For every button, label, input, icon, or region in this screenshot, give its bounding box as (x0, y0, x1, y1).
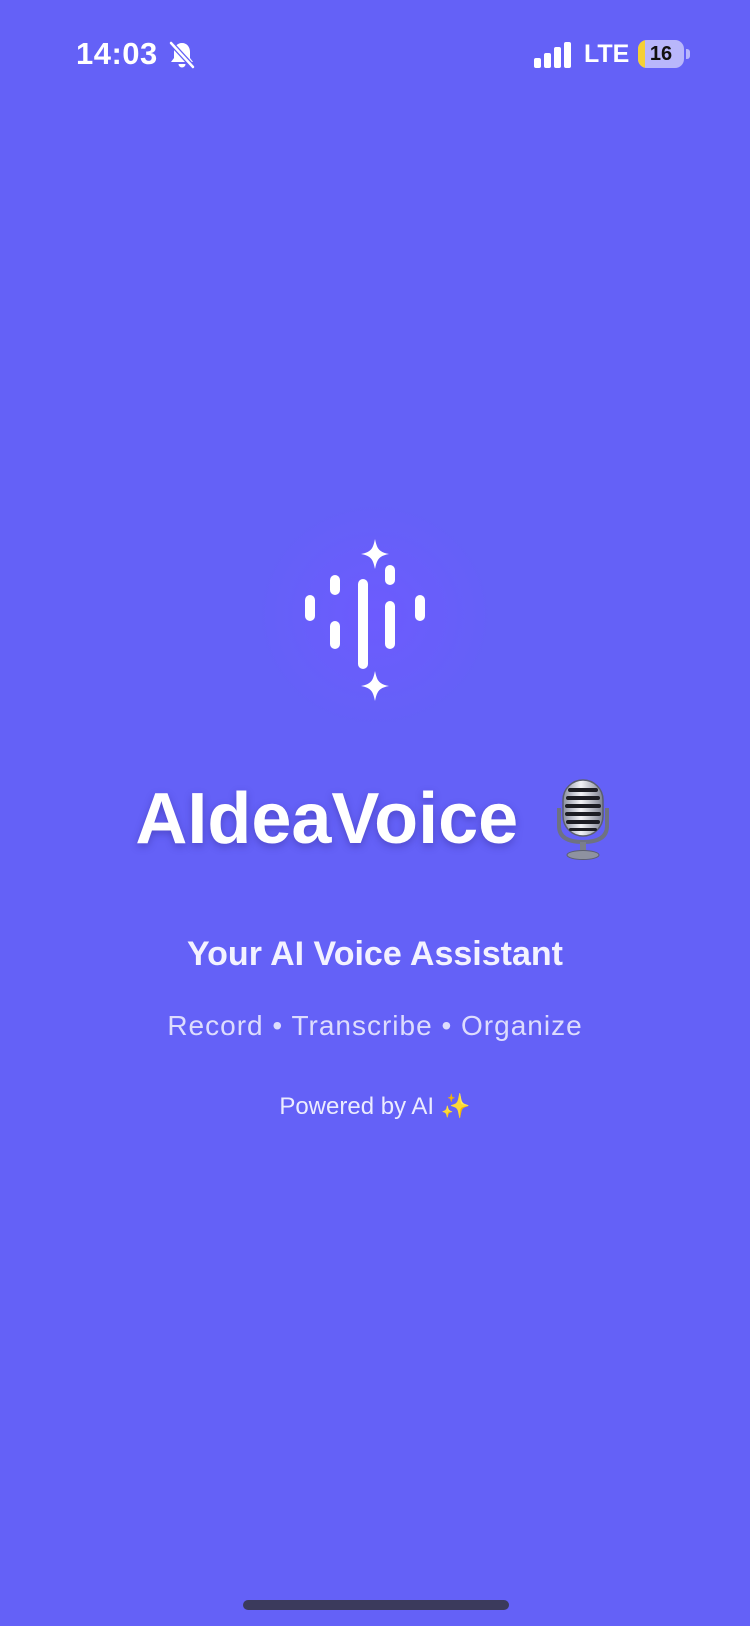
powered-by-text: Powered by AI (279, 1093, 435, 1120)
signal-bars-icon (534, 42, 571, 68)
status-time: 14:03 (76, 36, 158, 71)
bell-slash-icon (169, 41, 195, 69)
app-title: AIdeaVoice (135, 779, 519, 859)
home-indicator[interactable] (243, 1600, 509, 1610)
tagline: Your AI Voice Assistant (187, 935, 563, 973)
studio-microphone-icon (556, 779, 609, 860)
sparkles-icon: ✨ (440, 1093, 471, 1120)
battery-level: 16 (649, 43, 673, 65)
status-bar: 14:03 LTE 16 (0, 0, 750, 110)
network-type: LTE (584, 40, 630, 68)
app-title-row: AIdeaVoice (0, 778, 750, 860)
battery-icon: 16 (638, 40, 690, 68)
voice-waveform-sparkle-icon (305, 539, 425, 701)
feature-list: Record • Transcribe • Organize (167, 1010, 583, 1041)
powered-by-label: Powered by AI ✨ (0, 1092, 750, 1121)
